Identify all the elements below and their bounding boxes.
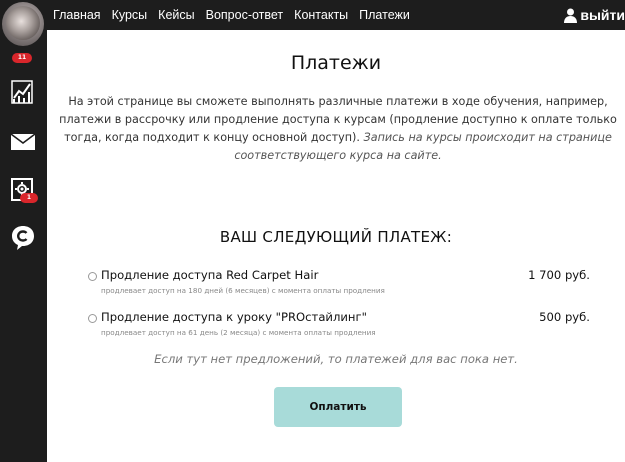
- nav-contacts[interactable]: Контакты: [294, 8, 348, 22]
- payment-price: 1 700 руб.: [528, 268, 590, 282]
- radio-button[interactable]: [88, 314, 97, 323]
- main-nav: Главная Курсы Кейсы Вопрос-ответ Контакт…: [53, 0, 421, 30]
- nav-payments[interactable]: Платежи: [359, 8, 410, 22]
- chart-icon[interactable]: [11, 80, 35, 110]
- page-title: Платежи: [290, 52, 382, 74]
- mail-icon[interactable]: [10, 133, 36, 154]
- notification-badge: 11: [12, 53, 32, 63]
- nav-courses[interactable]: Курсы: [112, 8, 148, 22]
- settings-badge: 1: [20, 193, 38, 203]
- payment-name: Продление доступа к уроку "PROстайлинг": [101, 310, 367, 324]
- logout-label: выйти: [580, 7, 625, 23]
- no-offers-text: Если тут нет предложений, то платежей дл…: [154, 352, 518, 366]
- avatar[interactable]: [2, 2, 44, 46]
- payment-description: продлевает доступ на 180 дней (6 месяцев…: [101, 286, 385, 295]
- nav-cases[interactable]: Кейсы: [158, 8, 194, 22]
- nav-faq[interactable]: Вопрос-ответ: [206, 8, 284, 22]
- logout-button[interactable]: выйти: [564, 0, 625, 30]
- main-content: Платежи На этой странице вы сможете выпо…: [47, 30, 625, 462]
- intro-text: На этой странице вы сможете выполнять ра…: [55, 93, 621, 165]
- nav-home[interactable]: Главная: [53, 8, 101, 22]
- pay-button[interactable]: Оплатить: [274, 387, 402, 427]
- payment-name: Продление доступа Red Carpet Hair: [101, 268, 319, 282]
- payment-price: 500 руб.: [539, 310, 590, 324]
- chat-icon[interactable]: [11, 225, 35, 255]
- user-icon: [564, 8, 578, 23]
- payment-description: продлевает доступ на 61 день (2 месяца) …: [101, 328, 376, 337]
- avatar-photo: [6, 6, 40, 40]
- next-payment-heading: ВАШ СЛЕДУЮЩИЙ ПЛАТЕЖ:: [219, 228, 453, 246]
- left-sidebar: 11 1: [0, 0, 47, 462]
- radio-button[interactable]: [88, 272, 97, 281]
